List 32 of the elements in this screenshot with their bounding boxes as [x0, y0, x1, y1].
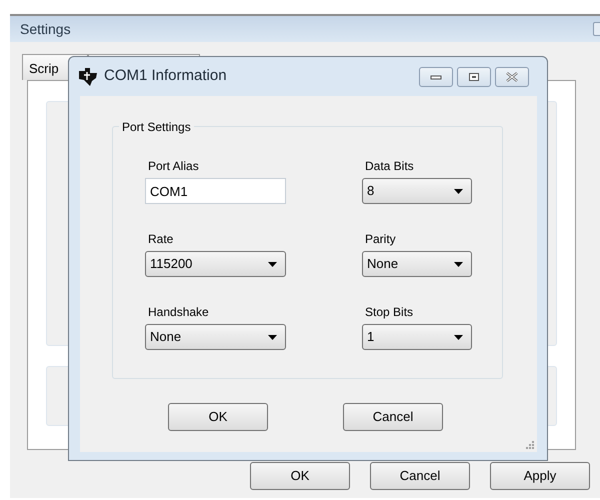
caret-icon: [268, 334, 277, 340]
logo-icon: [78, 68, 98, 86]
dropdown[interactable]: 115200: [145, 251, 286, 277]
input-field[interactable]: COM1: [145, 178, 286, 204]
minimize-button[interactable]: [419, 66, 453, 86]
field-label: Handshake: [148, 304, 210, 321]
dialog-title: COM1 Information: [104, 66, 227, 86]
field-label: Parity: [365, 231, 397, 248]
dialog-button[interactable]: OK: [168, 403, 268, 431]
caret-icon: [454, 188, 463, 194]
field-label: Stop Bits: [365, 304, 414, 321]
field-label: Port Alias: [148, 158, 200, 175]
minimize-icon: [430, 74, 442, 80]
dialog-button[interactable]: Apply: [490, 462, 590, 490]
maximize-icon: [468, 72, 480, 82]
resize-grip-icon: [526, 441, 534, 449]
close-button[interactable]: [495, 66, 529, 86]
field-label: Rate: [148, 231, 174, 248]
window-title: Settings: [20, 20, 71, 39]
field-label: Data Bits: [365, 158, 415, 175]
dropdown[interactable]: 8: [362, 178, 472, 204]
close-icon: [505, 72, 519, 82]
maximize-button[interactable]: [457, 66, 491, 86]
caret-icon: [454, 262, 463, 266]
caret-icon: [268, 262, 277, 266]
dropdown[interactable]: None: [362, 251, 472, 277]
dialog-button[interactable]: Cancel: [343, 403, 443, 431]
dropdown[interactable]: None: [145, 324, 286, 350]
caret-icon: [454, 334, 463, 340]
dialog-button[interactable]: OK: [250, 462, 350, 490]
dialog-button[interactable]: Cancel: [370, 462, 470, 490]
dropdown[interactable]: 1: [362, 324, 472, 350]
